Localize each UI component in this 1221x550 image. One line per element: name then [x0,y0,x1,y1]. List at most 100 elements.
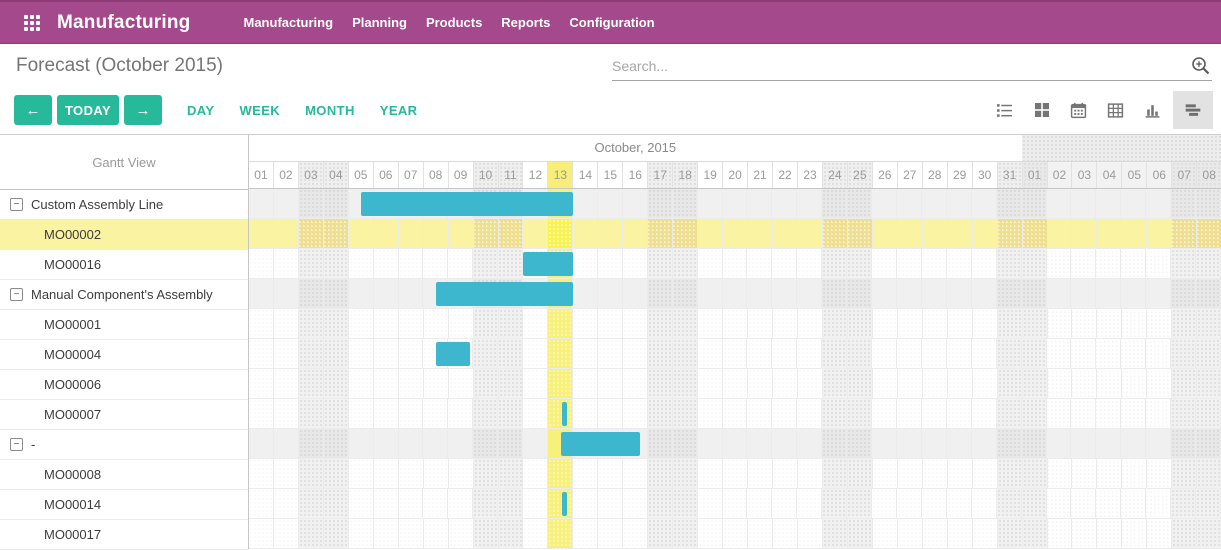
gantt-row-label[interactable]: MO00016 [0,250,248,280]
gantt-cell [573,219,598,248]
gantt-cell [249,399,274,428]
gantt-cell [1022,429,1047,458]
gantt-cell [499,309,524,338]
apps-grid-icon[interactable] [24,15,40,31]
gantt-cell [449,309,474,338]
gantt-cell [998,369,1023,398]
gantt-cell [474,519,499,548]
gantt-cell [698,459,723,488]
gantt-cell [274,309,299,338]
collapse-toggle-icon[interactable]: − [10,288,23,301]
gantt-view-icon[interactable] [1173,91,1213,129]
gantt-bar[interactable] [561,432,641,456]
gantt-cell [474,219,499,248]
scale-week[interactable]: WEEK [239,103,280,118]
scale-month[interactable]: MONTH [305,103,355,118]
gantt-row-label[interactable]: MO00004 [0,340,248,370]
gantt-cell [698,519,723,548]
gantt-row-label[interactable]: MO00014 [0,490,248,520]
collapse-toggle-icon[interactable]: − [10,438,23,451]
gantt-cell [249,429,274,458]
next-period-button[interactable]: → [124,95,162,125]
gantt-cell [923,219,948,248]
gantt-row-label[interactable]: MO00017 [0,520,248,550]
gantt-row-label[interactable]: −Custom Assembly Line [0,190,248,220]
collapse-toggle-icon[interactable]: − [10,198,23,211]
app-brand-title[interactable]: Manufacturing [57,12,191,34]
scale-year[interactable]: YEAR [380,103,418,118]
gantt-cell [797,399,822,428]
menu-manufacturing[interactable]: Manufacturing [244,15,334,30]
gantt-row-label[interactable]: MO00006 [0,370,248,400]
gantt-cell [1047,249,1072,278]
gantt-cell [1023,459,1048,488]
gantt-cell [997,189,1022,218]
gantt-cell [847,339,872,368]
gantt-cell [822,279,847,308]
gantt-cell [673,309,698,338]
navbar-menus: Manufacturing Planning Products Reports … [244,15,655,30]
menu-configuration[interactable]: Configuration [569,15,654,30]
prev-period-button[interactable]: ← [14,95,52,125]
gantt-row-label[interactable]: −- [0,430,248,460]
menu-reports[interactable]: Reports [501,15,550,30]
gantt-cell [474,309,499,338]
gantt-cell [399,399,424,428]
gantt-cell [424,369,449,398]
search-box [612,51,1212,81]
day-header-cell: 02 [1048,162,1073,188]
menu-planning[interactable]: Planning [352,15,407,30]
gantt-cell [1122,219,1147,248]
gantt-bar[interactable] [562,492,567,516]
gantt-cell [623,339,648,368]
kanban-view-icon[interactable] [1025,91,1058,129]
gantt-cell [648,429,673,458]
gantt-cell [498,339,523,368]
gantt-cell [523,309,548,338]
gantt-cell [973,219,998,248]
gantt-cell [1122,459,1147,488]
gantt-cell [249,459,274,488]
gantt-cell [1097,369,1122,398]
gantt-row-label[interactable]: MO00001 [0,310,248,340]
day-header-cell: 19 [698,162,723,188]
search-magnifier-plus-icon[interactable] [1190,55,1212,77]
gantt-bar[interactable] [436,342,470,366]
gantt-row-label[interactable]: −Manual Component's Assembly [0,280,248,310]
gantt-cell [299,429,324,458]
gantt-cell [374,249,399,278]
gantt-cell [623,189,648,218]
scale-day[interactable]: DAY [187,103,214,118]
gantt-row-label[interactable]: MO00007 [0,400,248,430]
graph-view-icon[interactable] [1136,91,1169,129]
day-header-cell: 06 [374,162,399,188]
gantt-cell [1196,189,1221,218]
gantt-cell [673,489,698,518]
list-view-icon[interactable] [988,91,1021,129]
gantt-cell [424,459,449,488]
gantt-cell [399,369,424,398]
gantt-cell [399,519,424,548]
gantt-cell [1146,399,1171,428]
gantt-cell [773,309,798,338]
gantt-cell [1172,459,1197,488]
gantt-corner-label: Gantt View [0,135,248,190]
gantt-bar[interactable] [523,252,573,276]
today-button[interactable]: TODAY [57,95,119,125]
gantt-row-label[interactable]: MO00002 [0,220,248,250]
scale-switcher: DAY WEEK MONTH YEAR [187,103,417,118]
gantt-cell [473,429,498,458]
gantt-bar[interactable] [436,282,573,306]
menu-products[interactable]: Products [426,15,482,30]
row-label-text: MO00016 [44,257,101,272]
gantt-cell [797,429,822,458]
pivot-view-icon[interactable] [1099,91,1132,129]
gantt-row-label[interactable]: MO00008 [0,460,248,490]
search-input[interactable] [612,58,1190,74]
gantt-cell [723,399,748,428]
gantt-cell [1022,339,1047,368]
gantt-bar[interactable] [361,192,573,216]
gantt-cell [274,399,299,428]
calendar-view-icon[interactable] [1062,91,1095,129]
gantt-bar[interactable] [562,402,567,426]
